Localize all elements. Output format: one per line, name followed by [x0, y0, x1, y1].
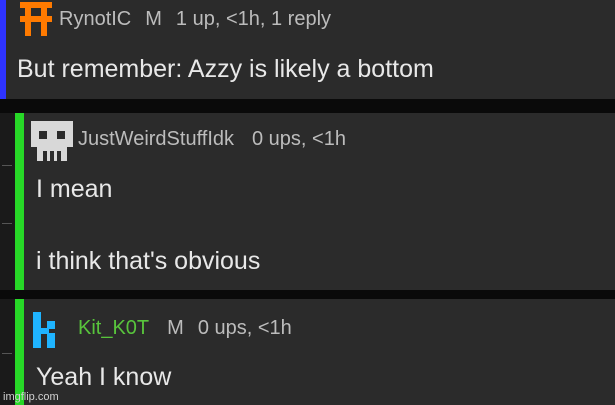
username-link[interactable]: JustWeirdStuffIdk	[78, 128, 234, 150]
divider	[0, 99, 615, 113]
comment-3: Kit_K0T M 0 ups, <1h Yeah I know	[0, 299, 615, 405]
comment-accent-bar	[0, 0, 6, 99]
skull-pixel-icon[interactable]	[31, 121, 73, 161]
thread-indent	[0, 113, 16, 290]
mod-badge: M	[145, 8, 162, 30]
comment-meta: 1 up, <1h, 1 reply	[175, 8, 332, 30]
comment-accent-bar	[15, 299, 24, 405]
k-letter-icon[interactable]	[33, 312, 59, 348]
mod-badge: M	[167, 317, 184, 339]
comment-accent-bar	[15, 113, 24, 290]
comment-meta: 0 ups, <1h	[252, 128, 346, 150]
comment-2: JustWeirdStuffIdk 0 ups, <1h I mean i thi…	[0, 113, 615, 290]
comment-text-line-2: i think that's obvious	[36, 247, 261, 275]
watermark: imgflip.com	[3, 391, 59, 403]
comment-header: RynotIC M 1 up, <1h, 1 reply	[59, 8, 331, 31]
comment-header: Kit_K0T M 0 ups, <1h	[78, 317, 292, 340]
username-link[interactable]: RynotIC	[59, 8, 131, 30]
thread-indent	[0, 299, 16, 405]
comment-meta: 0 ups, <1h	[197, 317, 292, 339]
comment-text: Yeah I know	[36, 363, 172, 391]
divider	[0, 290, 615, 299]
username-link[interactable]: Kit_K0T	[78, 317, 149, 339]
comment-text: But remember: Azzy is likely a bottom	[17, 55, 434, 83]
comment-text-line-1: I mean	[36, 175, 113, 203]
comment-header: JustWeirdStuffIdk 0 ups, <1h	[78, 128, 346, 151]
orange-logo-icon[interactable]	[20, 2, 52, 36]
comment-1: RynotIC M 1 up, <1h, 1 reply But remember:…	[0, 0, 615, 99]
